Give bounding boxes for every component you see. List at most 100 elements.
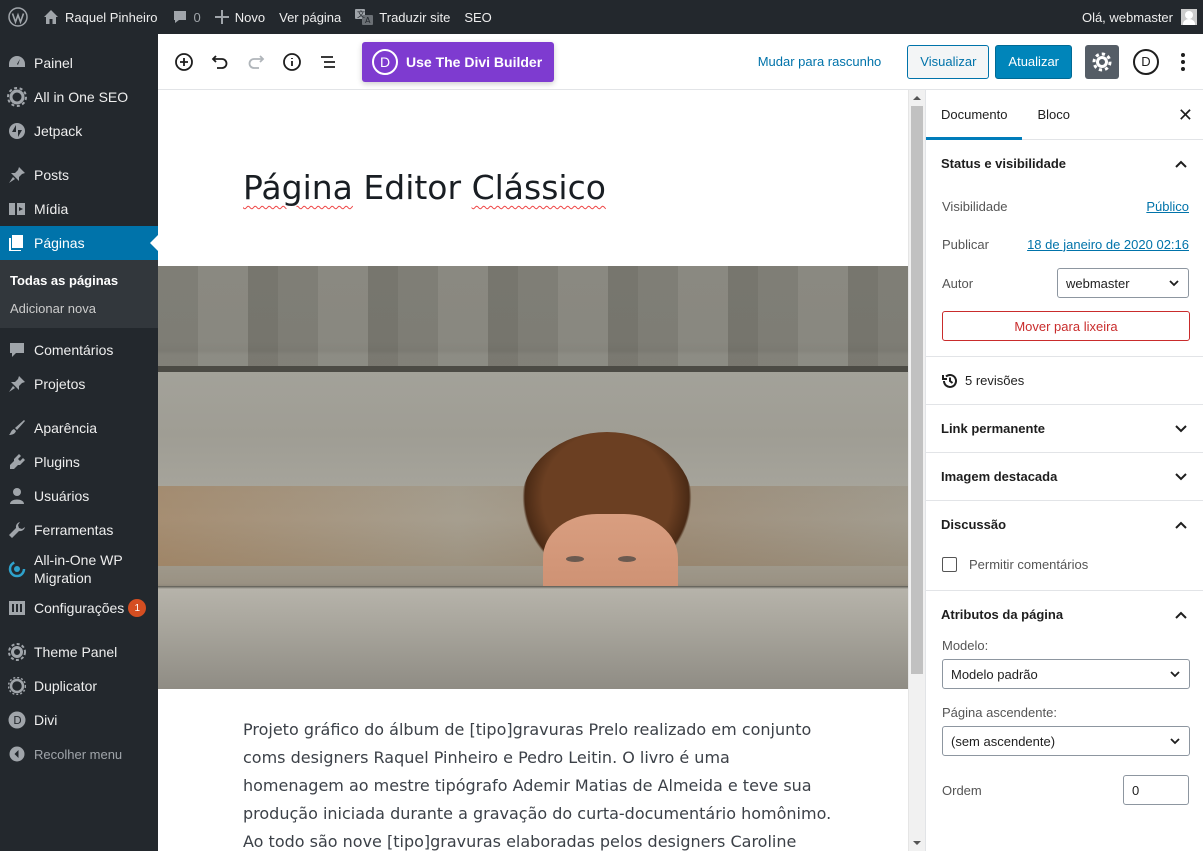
author-select[interactable]: webmaster bbox=[1057, 268, 1189, 298]
pin-icon bbox=[7, 165, 27, 185]
menu-item-usuarios[interactable]: Usuários bbox=[0, 479, 158, 513]
comment-icon bbox=[173, 11, 186, 23]
block-navigation-icon[interactable] bbox=[310, 44, 346, 80]
menu-item-plugins[interactable]: Plugins bbox=[0, 445, 158, 479]
brush-icon bbox=[7, 418, 27, 438]
parent-page-select[interactable]: (sem ascendente) bbox=[942, 726, 1190, 756]
more-options-icon[interactable] bbox=[1173, 51, 1193, 72]
title-word: Clássico bbox=[471, 168, 606, 207]
gear-icon bbox=[7, 87, 27, 107]
wrench-icon bbox=[7, 520, 27, 540]
scroll-up-arrow[interactable] bbox=[913, 92, 921, 100]
order-input[interactable]: 0 bbox=[1123, 775, 1189, 805]
submenu-add-new[interactable]: Adicionar nova bbox=[0, 294, 158, 322]
greeting: Olá, webmaster bbox=[1081, 9, 1173, 25]
editor-scrollbar[interactable] bbox=[908, 90, 925, 851]
menu-item-configuracoes[interactable]: Configurações 1 bbox=[0, 591, 158, 625]
history-icon bbox=[942, 373, 957, 388]
update-button[interactable]: Atualizar bbox=[995, 44, 1072, 79]
chevron-up-icon bbox=[1175, 521, 1187, 529]
seo-label: SEO bbox=[464, 9, 492, 25]
publish-label: Publicar bbox=[942, 236, 989, 252]
translate-icon: 文A bbox=[355, 9, 374, 25]
menu-item-duplicator[interactable]: Duplicator bbox=[0, 669, 158, 703]
revisions-panel[interactable]: 5 revisões bbox=[926, 357, 1203, 405]
menu-item-all-in-one-migration[interactable]: All-in-One WP Migration bbox=[0, 547, 158, 591]
wordpress-logo-icon[interactable] bbox=[0, 0, 36, 34]
parent-page-label: Página ascendente: bbox=[942, 705, 1057, 720]
account-menu[interactable]: Olá, webmaster bbox=[1082, 9, 1203, 25]
chevron-up-icon bbox=[1175, 160, 1187, 168]
menu-item-comentarios[interactable]: Comentários bbox=[0, 333, 158, 367]
menu-item-ferramentas[interactable]: Ferramentas bbox=[0, 513, 158, 547]
site-name: Raquel Pinheiro bbox=[65, 9, 158, 25]
comments-count: 0 bbox=[193, 9, 201, 25]
info-icon[interactable] bbox=[274, 44, 310, 80]
admin-bar: Raquel Pinheiro 0 Novo Ver página 文A Tra… bbox=[0, 0, 1203, 34]
scroll-down-arrow[interactable] bbox=[913, 841, 921, 849]
post-title[interactable]: Página Editor Clássico bbox=[243, 168, 606, 207]
publish-date-toggle[interactable]: 18 de janeiro de 2020 02:16 bbox=[1027, 237, 1189, 252]
switch-to-draft-link[interactable]: Mudar para rascunho bbox=[758, 54, 882, 69]
submenu-all-pages[interactable]: Todas as páginas bbox=[0, 266, 158, 294]
menu-item-paginas[interactable]: Páginas bbox=[0, 226, 158, 260]
collapse-menu-button[interactable]: Recolher menu bbox=[0, 737, 158, 771]
menu-item-jetpack[interactable]: Jetpack bbox=[0, 114, 158, 148]
translate-site-link[interactable]: 文A Traduzir site bbox=[348, 0, 457, 34]
menu-item-projetos[interactable]: Projetos bbox=[0, 367, 158, 401]
panel-header[interactable]: Discussão bbox=[926, 501, 1203, 548]
post-body-paragraph[interactable]: Projeto gráfico do álbum de [tipo]gravur… bbox=[243, 716, 833, 851]
svg-text:A: A bbox=[365, 16, 371, 25]
add-block-icon[interactable] bbox=[166, 44, 202, 80]
undo-icon[interactable] bbox=[202, 44, 238, 80]
menu-item-theme-panel[interactable]: Theme Panel bbox=[0, 635, 158, 669]
menu-item-divi[interactable]: D Divi bbox=[0, 703, 158, 737]
menu-label: Duplicator bbox=[34, 678, 98, 694]
use-divi-builder-button[interactable]: D Use The Divi Builder bbox=[362, 41, 555, 82]
site-name-link[interactable]: Raquel Pinheiro bbox=[36, 0, 165, 34]
tab-document[interactable]: Documento bbox=[926, 90, 1023, 140]
template-value: Modelo padrão bbox=[951, 666, 1038, 682]
divi-circle-icon[interactable]: D bbox=[1133, 48, 1159, 75]
menu-label: Recolher menu bbox=[34, 746, 123, 762]
move-to-trash-button[interactable]: Mover para lixeira bbox=[942, 311, 1190, 341]
menu-item-aparencia[interactable]: Aparência bbox=[0, 411, 158, 445]
new-content-link[interactable]: Novo bbox=[208, 0, 272, 34]
chevron-down-icon bbox=[1175, 424, 1187, 432]
menu-item-midia[interactable]: Mídia bbox=[0, 192, 158, 226]
jetpack-icon bbox=[7, 121, 27, 141]
visibility-toggle[interactable]: Público bbox=[1146, 199, 1189, 214]
menu-label: Mídia bbox=[34, 201, 69, 217]
settings-gear-button[interactable] bbox=[1085, 44, 1119, 79]
tab-block[interactable]: Bloco bbox=[1022, 90, 1085, 140]
author-value: webmaster bbox=[1066, 275, 1130, 291]
panel-header[interactable]: Imagem destacada bbox=[926, 453, 1203, 500]
menu-item-posts[interactable]: Posts bbox=[0, 158, 158, 192]
seo-link[interactable]: SEO bbox=[457, 0, 498, 34]
template-select[interactable]: Modelo padrão bbox=[942, 659, 1190, 689]
menu-label: Painel bbox=[34, 55, 73, 71]
panel-header[interactable]: Atributos da página bbox=[926, 591, 1203, 638]
view-page-link[interactable]: Ver página bbox=[272, 0, 348, 34]
admin-side-menu: Painel All in One SEO Jetpack Posts Mídi… bbox=[0, 34, 158, 851]
view-page-label: Ver página bbox=[279, 9, 342, 25]
comments-link[interactable]: 0 bbox=[165, 0, 208, 34]
allow-comments-checkbox[interactable] bbox=[942, 556, 957, 572]
close-icon[interactable]: ✕ bbox=[1178, 105, 1193, 126]
pin-icon bbox=[7, 374, 27, 394]
panel-header[interactable]: Status e visibilidade bbox=[926, 140, 1203, 187]
plug-icon bbox=[7, 452, 27, 472]
featured-image[interactable] bbox=[158, 266, 908, 689]
menu-item-aioseo[interactable]: All in One SEO bbox=[0, 80, 158, 114]
menu-label: Divi bbox=[34, 712, 58, 728]
scroll-thumb[interactable] bbox=[911, 106, 923, 674]
preview-button[interactable]: Visualizar bbox=[907, 44, 990, 79]
editor-canvas: Página Editor Clássico Projeto gráfico d… bbox=[158, 90, 908, 851]
panel-header[interactable]: Link permanente bbox=[926, 405, 1203, 452]
featured-image-panel: Imagem destacada bbox=[926, 453, 1203, 501]
author-label: Autor bbox=[942, 275, 974, 291]
redo-icon[interactable] bbox=[238, 44, 274, 80]
revisions-label: 5 revisões bbox=[965, 373, 1025, 388]
menu-label: Configurações bbox=[34, 600, 125, 616]
menu-item-painel[interactable]: Painel bbox=[0, 46, 158, 80]
